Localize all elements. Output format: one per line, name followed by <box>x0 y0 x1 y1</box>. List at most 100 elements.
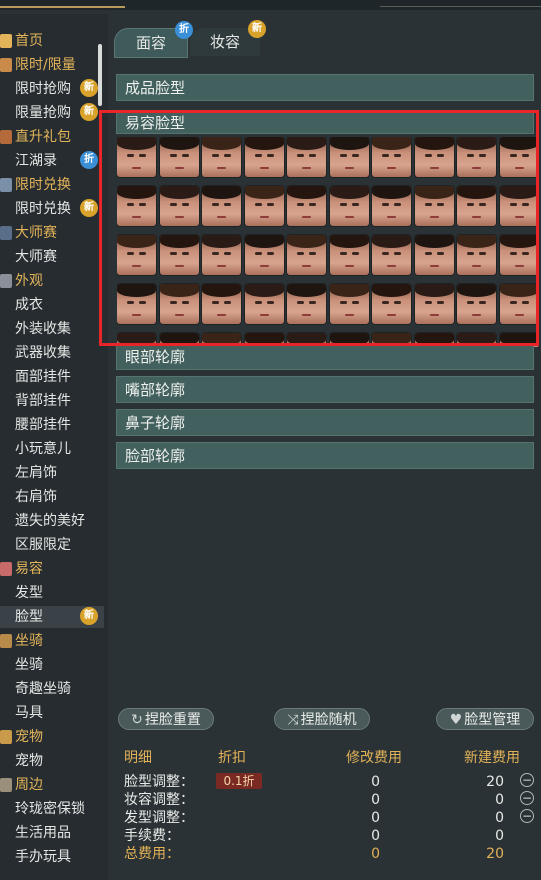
cost-label: 手续费： <box>124 828 180 844</box>
remove-makeup-adjust-button[interactable]: − <box>520 791 534 805</box>
section-label: 易容脸型 <box>125 114 186 132</box>
random-face-button[interactable]: ⤨ 捏脸随机 <box>274 708 370 730</box>
sidebar-item[interactable]: 脸型 新 <box>0 606 104 628</box>
sidebar-item-label: 马具 <box>15 705 43 721</box>
face-thumbnail[interactable] <box>202 186 241 226</box>
face-thumbnail[interactable] <box>414 284 454 324</box>
cost-label: 发型调整： <box>124 810 194 826</box>
tab-makeup-label: 妆容 <box>209 33 240 51</box>
discount-value: 0.1折 <box>216 773 262 789</box>
cost-total-label: 总费用： <box>124 846 180 862</box>
section-nose-contour[interactable]: 鼻子轮廓 <box>116 409 534 436</box>
new-badge: 新 <box>80 199 98 217</box>
sidebar-item-label: 限时/限量 <box>15 57 76 73</box>
sidebar-item-label: 奇趣坐骑 <box>15 681 71 697</box>
heart-icon: ♥ <box>449 712 463 728</box>
face-thumbnail[interactable] <box>414 186 454 226</box>
face-thumbnail[interactable] <box>499 137 538 177</box>
shop-icon <box>0 778 12 792</box>
cost-modify-value: 0 <box>371 792 380 808</box>
face-thumbnail[interactable] <box>159 284 199 324</box>
tab-makeup[interactable]: 妆容 新 <box>190 20 266 56</box>
face-thumbnail[interactable] <box>372 235 411 275</box>
sidebar-item-label: 直升礼包 <box>15 129 71 145</box>
cost-total-new: 20 <box>486 846 504 862</box>
face-thumbnail[interactable] <box>202 235 241 275</box>
sidebar-item-label: 背部挂件 <box>15 393 71 409</box>
face-thumbnail[interactable] <box>329 284 369 324</box>
cost-header-detail: 明细 <box>124 750 152 766</box>
shuffle-icon: ⤨ <box>287 712 299 728</box>
sidebar-item-label: 外观 <box>15 273 43 289</box>
section-face-contour[interactable]: 脸部轮廓 <box>116 442 534 469</box>
face-thumbnail[interactable] <box>499 235 538 275</box>
hanger-icon <box>0 274 12 288</box>
face-thumbnail[interactable] <box>117 186 156 226</box>
section-label: 鼻子轮廓 <box>125 414 186 432</box>
face-thumbnail[interactable] <box>457 186 496 226</box>
cost-new-value: 0 <box>495 792 504 808</box>
face-thumbnail[interactable] <box>244 235 284 275</box>
face-thumbnail[interactable] <box>244 137 284 177</box>
refresh-icon: ↻ <box>131 712 143 728</box>
section-custom-face[interactable]: 易容脸型 <box>116 110 534 134</box>
gift-icon <box>0 58 12 72</box>
top-frame <box>0 0 541 10</box>
face-thumbnail[interactable] <box>414 137 454 177</box>
face-thumbnail[interactable] <box>329 186 369 226</box>
face-thumbnail[interactable] <box>202 137 241 177</box>
sidebar-scrollbar[interactable] <box>98 44 102 106</box>
paw-icon <box>0 730 12 744</box>
sidebar-item-label: 限时兑换 <box>15 177 71 193</box>
cost-modify-value: 0 <box>371 828 380 844</box>
face-thumbnail[interactable] <box>329 137 369 177</box>
sidebar-item-label: 脸型 <box>15 609 43 625</box>
face-thumbnail[interactable] <box>372 137 411 177</box>
cost-header-discount: 折扣 <box>218 750 246 766</box>
section-label: 眼部轮廓 <box>125 348 186 366</box>
remove-hair-adjust-button[interactable]: − <box>520 809 534 823</box>
face-thumbnail[interactable] <box>244 186 284 226</box>
new-badge: 新 <box>80 607 98 625</box>
face-thumbnail[interactable] <box>117 137 156 177</box>
reset-face-button[interactable]: ↻ 捏脸重置 <box>118 708 214 730</box>
face-thumbnail[interactable] <box>329 235 369 275</box>
face-thumbnail[interactable] <box>457 284 496 324</box>
face-thumbnail[interactable] <box>202 284 241 324</box>
face-thumbnail[interactable] <box>159 235 199 275</box>
face-thumbnail[interactable] <box>244 284 284 324</box>
sidebar-item-label: 遗失的美好 <box>15 513 85 529</box>
section-mouth-contour[interactable]: 嘴部轮廓 <box>116 376 534 403</box>
face-thumbnail[interactable] <box>287 137 326 177</box>
sidebar-item-label: 外装收集 <box>15 321 71 337</box>
face-thumbnail[interactable] <box>457 137 496 177</box>
trophy-icon <box>0 226 12 240</box>
face-thumbnail[interactable] <box>372 186 411 226</box>
face-thumbnail[interactable] <box>159 186 199 226</box>
face-thumbnail[interactable] <box>117 284 156 324</box>
face-thumbnail[interactable] <box>287 284 326 324</box>
sidebar: 首页 限时/限量 限时抢购新限量抢购新直升礼包 江湖录折限时兑换 限时兑换新大师赛 大师赛… <box>0 14 108 880</box>
face-thumbnail[interactable] <box>287 235 326 275</box>
section-eye-contour[interactable]: 眼部轮廓 <box>116 343 534 370</box>
face-thumbnail[interactable] <box>414 235 454 275</box>
button-label: 脸型管理 <box>464 712 521 728</box>
face-thumbnail[interactable] <box>372 284 411 324</box>
face-thumbnail[interactable] <box>499 186 538 226</box>
sidebar-item-label: 左肩饰 <box>15 465 57 481</box>
cost-new-value: 0 <box>495 810 504 826</box>
mask-icon <box>0 562 12 576</box>
remove-face-adjust-button[interactable]: − <box>520 773 534 787</box>
face-thumbnail[interactable] <box>117 235 156 275</box>
sidebar-item-label: 首页 <box>15 33 43 49</box>
face-thumbnail[interactable] <box>499 284 538 324</box>
manage-face-button[interactable]: ♥ 脸型管理 <box>436 708 534 730</box>
sidebar-item-label: 武器收集 <box>15 345 71 361</box>
face-thumbnail[interactable] <box>159 137 199 177</box>
face-thumbnail[interactable] <box>287 186 326 226</box>
sidebar-item-label: 生活用品 <box>15 825 71 841</box>
tab-face[interactable]: 面容 折 <box>114 21 193 58</box>
face-thumbnail[interactable] <box>457 235 496 275</box>
sidebar-item-label: 面部挂件 <box>15 369 71 385</box>
section-preset-face[interactable]: 成品脸型 <box>116 74 534 101</box>
